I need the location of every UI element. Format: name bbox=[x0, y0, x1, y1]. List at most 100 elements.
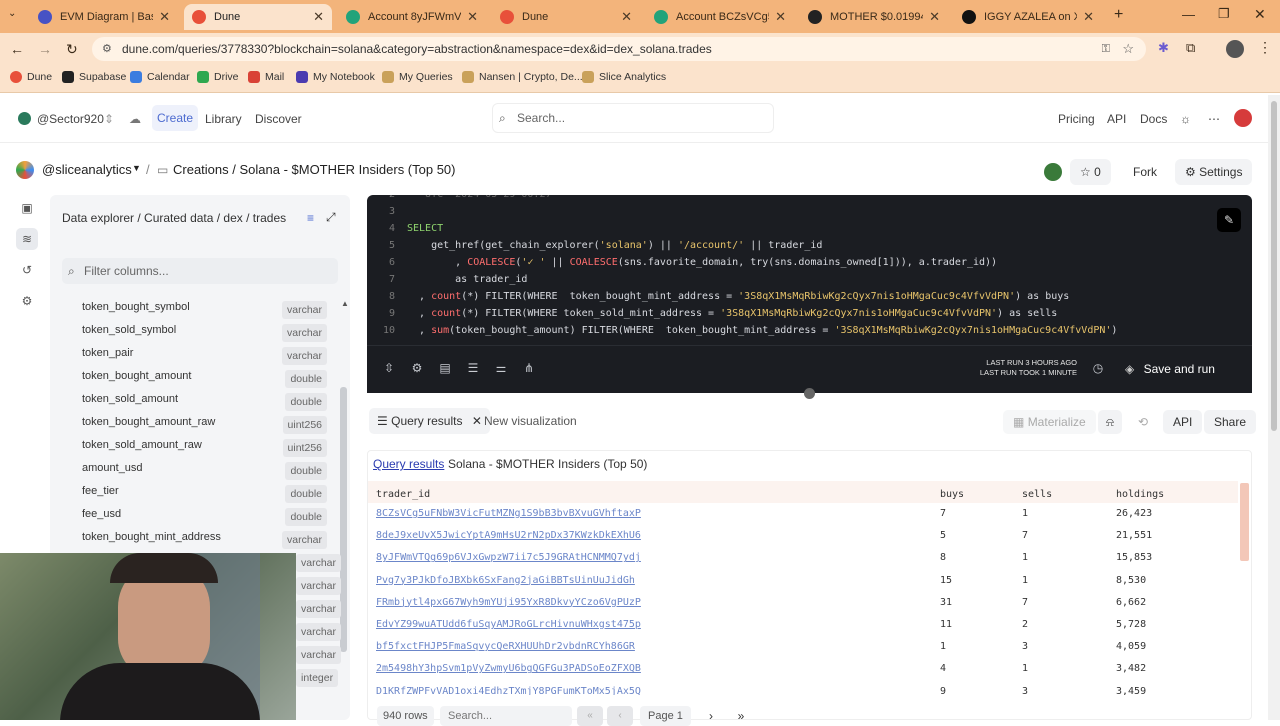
bookmark-notebook[interactable]: My Notebook bbox=[296, 71, 375, 83]
table-row[interactable]: 8yJFWmVTQg69p6VJxGwpzW7ii7c5J9GRAtHCNMMQ… bbox=[368, 547, 1238, 569]
tab-close-icon[interactable]: ✕ bbox=[313, 9, 324, 25]
settings-button[interactable]: ⚙ Settings bbox=[1175, 159, 1253, 185]
browser-tab[interactable]: Account 8yJFWmVTQg ✕ bbox=[338, 4, 486, 30]
new-visualization-button[interactable]: New visualization bbox=[484, 414, 577, 428]
table-row[interactable]: EdvYZ99wuATUdd6fuSqyAMJRoGLrcHivnuWHxgst… bbox=[368, 614, 1238, 636]
search-input[interactable]: ⌕ Search... bbox=[492, 103, 774, 133]
col-header-buys[interactable]: buys bbox=[940, 489, 964, 500]
bookmark-drive[interactable]: Drive bbox=[197, 71, 239, 83]
alert-bell-button[interactable]: ⍾ bbox=[1098, 410, 1122, 434]
table-row[interactable]: bf5fxctFHJP5FmaSqvycQeRXHUUhDr2vbdnRCYh8… bbox=[368, 636, 1238, 658]
trader-id-link[interactable]: Pvg7y3PJkDfoJBXbk6SxFang2jaGiBBTsUinUuJi… bbox=[376, 575, 635, 586]
close-icon[interactable]: ✕ bbox=[472, 414, 482, 428]
column-item[interactable]: fee_tier double bbox=[82, 485, 327, 505]
last-page-icon[interactable]: » bbox=[730, 706, 752, 726]
tab-close-icon[interactable]: ✕ bbox=[467, 9, 478, 25]
star-button[interactable]: ☆ 0 bbox=[1070, 159, 1111, 185]
trader-id-link[interactable]: bf5fxctFHJP5FmaSqvycQeRXHUUhDr2vbdnRCYh8… bbox=[376, 641, 635, 652]
history-icon[interactable]: ↺ bbox=[16, 259, 38, 281]
trader-id-link[interactable]: EdvYZ99wuATUdd6fuSqyAMJRoGLrcHivnuWHxgst… bbox=[376, 619, 641, 630]
col-header-trader-id[interactable]: trader_id bbox=[376, 489, 430, 500]
trader-id-link[interactable]: 8yJFWmVTQg69p6VJxGwpzW7ii7c5J9GRAtHCNMMQ… bbox=[376, 552, 641, 563]
code-line[interactable]: 6 , COALESCE('✓ ' || COALESCE(sns.favori… bbox=[367, 254, 997, 271]
page-scrollbar-thumb[interactable] bbox=[1271, 101, 1277, 431]
code-line[interactable]: 7 as trader_id bbox=[367, 271, 527, 288]
site-info-icon[interactable]: ⚙ bbox=[102, 37, 112, 61]
trader-id-link[interactable]: 8deJ9xeUvX5JwicYptA9mHsU2rN2pDx37KWzkDkE… bbox=[376, 530, 641, 541]
account-switcher[interactable]: @Sector920 bbox=[37, 112, 104, 126]
database-icon[interactable]: ≋ bbox=[16, 228, 38, 250]
trader-id-link[interactable]: 8CZsVCg5uFNbW3VicFutMZNg1S9bB3bvBXvuGVhf… bbox=[376, 508, 641, 519]
column-item[interactable]: token_pair varchar bbox=[82, 347, 327, 367]
schema-panel-icon[interactable]: ▣ bbox=[16, 197, 38, 219]
column-item[interactable]: token_sold_amount double bbox=[82, 393, 327, 413]
nav-api[interactable]: API bbox=[1107, 112, 1126, 126]
refresh-button[interactable]: ⟲ bbox=[1130, 410, 1157, 434]
list-icon[interactable]: ☰ bbox=[465, 361, 481, 377]
browser-tab[interactable]: EVM Diagram | Base ✕ bbox=[30, 4, 178, 30]
settings-icon[interactable]: ⚙ bbox=[409, 361, 425, 377]
share-icon[interactable]: ⋔ bbox=[521, 361, 537, 377]
filter-columns-input[interactable]: ⌕ Filter columns... bbox=[62, 258, 338, 284]
column-item[interactable]: token_bought_mint_address varchar bbox=[82, 531, 327, 551]
first-page-icon[interactable]: « bbox=[577, 706, 603, 726]
code-line[interactable]: 4 SELECT bbox=[367, 220, 443, 237]
nav-library[interactable]: Library bbox=[205, 112, 242, 126]
nav-create[interactable]: Create bbox=[152, 105, 199, 131]
team-avatar[interactable] bbox=[18, 112, 31, 125]
settings-gear-icon[interactable]: ⚙ bbox=[16, 290, 38, 312]
code-line[interactable]: 2 -- UTC 2024-05-29 00:27 bbox=[367, 195, 552, 203]
save-and-run-button[interactable]: ◈ Save and run ⌄ bbox=[1117, 355, 1242, 393]
results-search-input[interactable]: Search... bbox=[440, 706, 572, 726]
url-field[interactable]: ⚙ dune.com/queries/3778330?blockchain=so… bbox=[92, 37, 1146, 61]
fork-button[interactable]: Fork bbox=[1123, 159, 1167, 185]
code-line[interactable]: 3 bbox=[367, 203, 407, 220]
browser-tab[interactable]: Dune ✕ bbox=[184, 4, 332, 30]
chevron-down-icon[interactable]: ⌄ bbox=[1131, 390, 1141, 393]
column-item[interactable]: token_bought_symbol varchar bbox=[82, 301, 327, 321]
chevron-down-icon[interactable]: ▼ bbox=[132, 163, 141, 173]
maximize-icon[interactable]: ❐ bbox=[1218, 6, 1230, 22]
tab-close-icon[interactable]: ✕ bbox=[1083, 9, 1094, 25]
extensions-puzzle-icon[interactable]: ⧉ bbox=[1186, 40, 1195, 56]
scroll-up-icon[interactable]: ▲ bbox=[341, 299, 349, 308]
column-item[interactable]: amount_usd double bbox=[82, 462, 327, 482]
share-button[interactable]: Share bbox=[1204, 410, 1257, 434]
theme-sun-icon[interactable]: ☼ bbox=[1180, 112, 1191, 126]
column-item[interactable]: token_bought_amount double bbox=[82, 370, 327, 390]
bookmark-nansen[interactable]: Nansen | Crypto, De... bbox=[462, 71, 583, 83]
forward-icon[interactable]: → bbox=[38, 41, 52, 57]
profile-avatar[interactable] bbox=[1226, 40, 1244, 58]
cloud-icon[interactable]: ☁ bbox=[129, 112, 141, 126]
bookmark-my-queries[interactable]: My Queries bbox=[382, 71, 453, 83]
table-row[interactable]: 8CZsVCg5uFNbW3VicFutMZNg1S9bB3bvBXvuGVhf… bbox=[368, 503, 1238, 525]
tab-query-results[interactable]: ☰ Query results ✕ bbox=[369, 408, 490, 434]
snippet-icon[interactable]: ▤ bbox=[437, 361, 453, 377]
format-icon[interactable]: ⇳ bbox=[381, 361, 397, 377]
column-item[interactable]: token_sold_amount_raw uint256 bbox=[82, 439, 327, 459]
table-row[interactable]: 8deJ9xeUvX5JwicYptA9mHsU2rN2pDx37KWzkDkE… bbox=[368, 525, 1238, 547]
new-tab-icon[interactable]: + bbox=[1114, 6, 1123, 24]
close-window-icon[interactable]: ✕ bbox=[1254, 6, 1266, 23]
table-row[interactable]: 2m5498hY3hpSvm1pVyZwmyU6bgQGFGu3PADSoEoZ… bbox=[368, 658, 1238, 680]
column-item[interactable]: token_sold_symbol varchar bbox=[82, 324, 327, 344]
tab-close-icon[interactable]: ✕ bbox=[775, 9, 786, 25]
trader-id-link[interactable]: 2m5498hY3hpSvm1pVyZwmyU6bgQGFGu3PADSoEoZ… bbox=[376, 663, 641, 674]
params-icon[interactable]: ⚌ bbox=[493, 361, 509, 377]
nav-docs[interactable]: Docs bbox=[1140, 112, 1167, 126]
table-row[interactable]: Pvg7y3PJkDfoJBXbk6SxFang2jaGiBBTsUinUuJi… bbox=[368, 570, 1238, 592]
col-header-holdings[interactable]: holdings bbox=[1116, 489, 1164, 500]
column-item[interactable]: token_bought_amount_raw uint256 bbox=[82, 416, 327, 436]
resize-handle[interactable] bbox=[804, 388, 815, 399]
next-page-icon[interactable]: › bbox=[700, 706, 722, 726]
results-scrollbar[interactable] bbox=[1240, 483, 1249, 561]
tab-close-icon[interactable]: ✕ bbox=[159, 9, 170, 25]
password-key-icon[interactable]: ⚿ bbox=[1102, 37, 1110, 61]
filter-list-icon[interactable]: ≡ bbox=[307, 211, 314, 225]
browser-tab[interactable]: MOTHER $0.01994 - M ✕ bbox=[800, 4, 948, 30]
browser-tab[interactable]: Account BCZsVCg5uFN ✕ bbox=[646, 4, 794, 30]
api-button[interactable]: API bbox=[1163, 410, 1203, 434]
bookmark-mail[interactable]: Mail bbox=[248, 71, 284, 83]
expand-icon[interactable]: ⤢ bbox=[326, 210, 336, 225]
owner-name[interactable]: @sliceanalytics bbox=[42, 162, 132, 177]
